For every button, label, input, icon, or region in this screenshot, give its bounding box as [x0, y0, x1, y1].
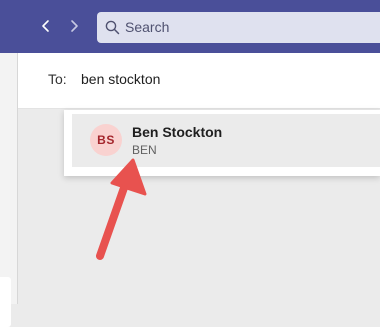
title-bar: Search: [0, 0, 380, 53]
rail-panel: [0, 277, 11, 327]
recipient-input[interactable]: [81, 68, 361, 90]
recipient-bar: To:: [18, 53, 380, 109]
chevron-right-icon: [69, 19, 79, 38]
suggestion-item-ben-stockton[interactable]: BS Ben Stockton BEN: [72, 114, 380, 167]
left-rail: [0, 53, 18, 327]
avatar: BS: [90, 124, 122, 156]
to-label: To:: [48, 71, 67, 87]
contact-name: Ben Stockton: [132, 124, 223, 140]
suggestion-dropdown: BS Ben Stockton BEN: [64, 110, 380, 176]
forward-button[interactable]: [62, 14, 86, 42]
contact-subtitle: BEN: [132, 143, 157, 157]
chevron-left-icon: [41, 19, 51, 38]
search-icon: [105, 20, 120, 40]
back-button[interactable]: [34, 14, 58, 42]
search-placeholder: Search: [125, 19, 170, 35]
search-input[interactable]: Search: [97, 12, 380, 43]
